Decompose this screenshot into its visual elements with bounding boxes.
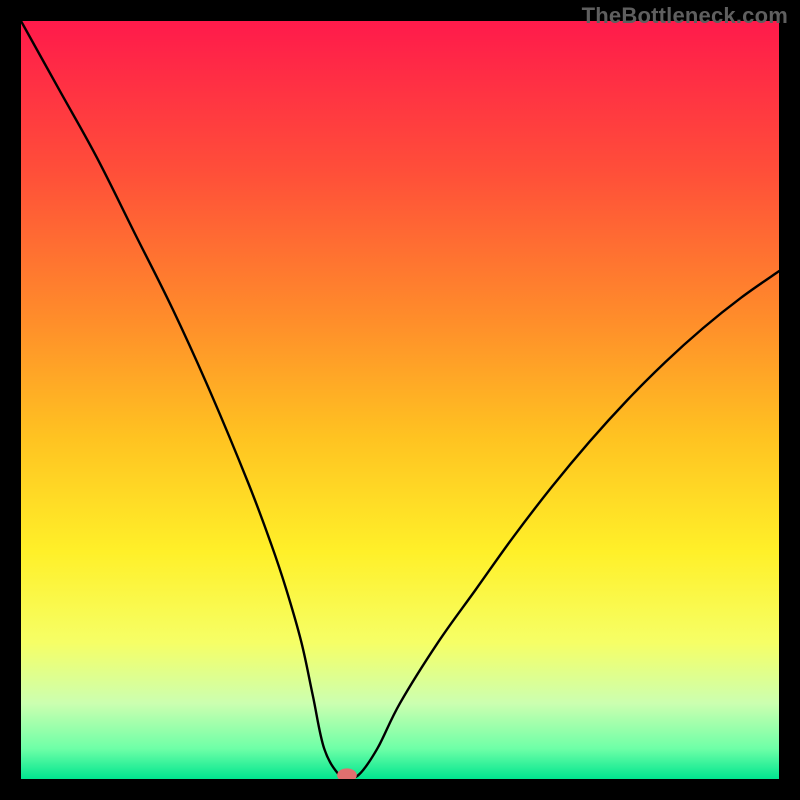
chart-frame: TheBottleneck.com — [0, 0, 800, 800]
chart-svg — [21, 21, 779, 779]
watermark-label: TheBottleneck.com — [582, 3, 788, 29]
gradient-background — [21, 21, 779, 779]
plot-area — [21, 21, 779, 779]
